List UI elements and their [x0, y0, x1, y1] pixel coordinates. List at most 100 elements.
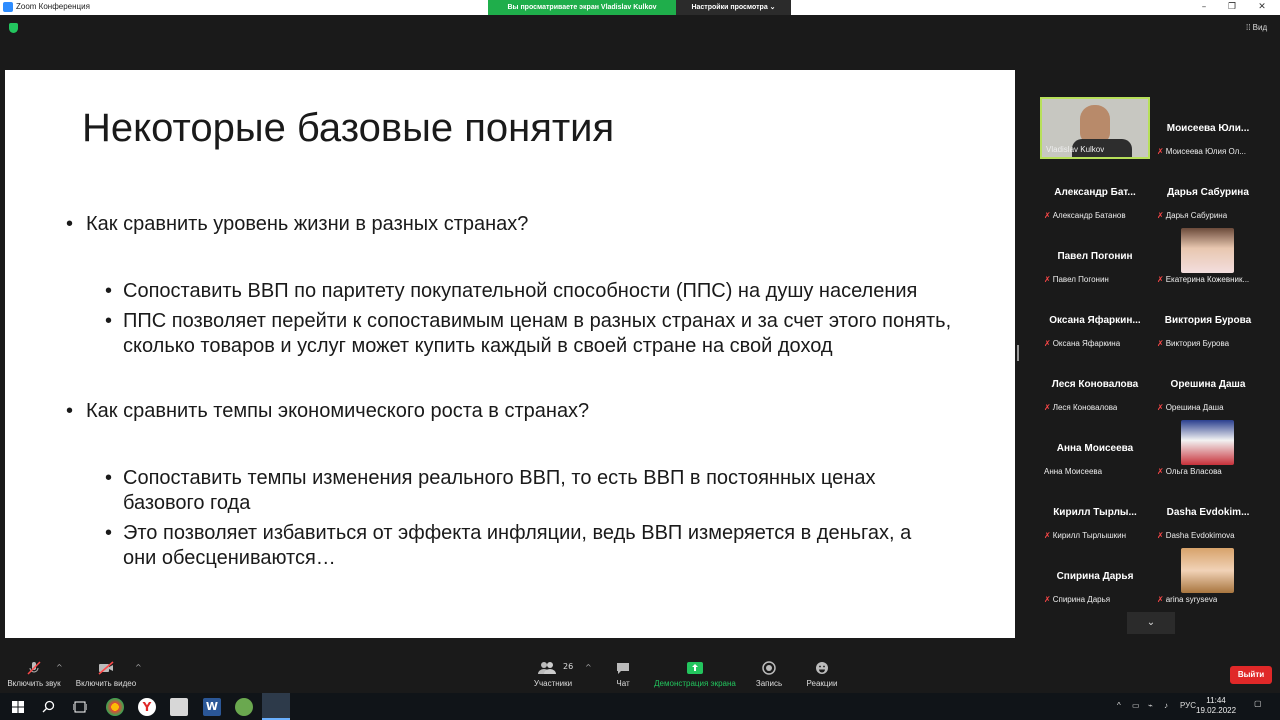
taskbar-clock[interactable]: 11:44 19.02.2022 [1196, 696, 1236, 716]
participant-display-name: Оксана Яфаркин... [1049, 315, 1141, 326]
participant-tile[interactable]: Кирилл Тырлы... ✗ Кирилл Тырлышкин [1040, 481, 1150, 543]
participant-name-text: Кирилл Тырлышкин [1052, 531, 1126, 540]
view-settings-button[interactable]: Настройки просмотра ⌄ [676, 0, 791, 15]
reactions-label: Реакции [806, 679, 838, 688]
volume-icon[interactable]: ♪ [1164, 701, 1168, 710]
zoom-app-icon [3, 2, 13, 12]
answer-1-2-text: ППС позволяет перейти к сопоставимым цен… [123, 310, 952, 357]
record-label: Запись [755, 679, 783, 688]
start-video-button[interactable]: Включить видео [75, 655, 137, 688]
participants-count: 26 [563, 662, 574, 671]
yandex-browser-icon[interactable]: Y [138, 698, 156, 716]
view-button[interactable]: ⁞⁞ Вид [1246, 23, 1267, 32]
slide-answer-2-1: Сопоставить темпы изменения реального ВВ… [105, 466, 925, 516]
leave-meeting-button[interactable]: Выйти [1230, 666, 1272, 684]
network-icon[interactable]: ▭ [1132, 701, 1140, 710]
task-view-icon[interactable] [73, 701, 87, 713]
notepad-icon[interactable] [170, 698, 188, 716]
answer-2-1-text: Сопоставить темпы изменения реального ВВ… [123, 467, 876, 514]
slide-answer-1-1: Сопоставить ВВП по паритету покупательно… [105, 279, 985, 304]
participant-name-label: ✗ Екатерина Кожевник... [1157, 275, 1249, 284]
participant-avatar [1181, 548, 1234, 593]
participant-tile[interactable]: ✗ Ольга Власова [1153, 417, 1263, 479]
muted-mic-icon: ✗ [1157, 275, 1164, 284]
participant-name-text: Анна Моисеева [1044, 467, 1103, 476]
participant-tile[interactable]: Vladislav Kulkov [1040, 97, 1150, 159]
language-indicator[interactable]: РУС [1180, 701, 1196, 710]
participant-display-name: Dasha Evdokim... [1166, 507, 1250, 518]
chat-label: Чат [616, 679, 630, 688]
participant-name-text: Александр Батанов [1052, 211, 1126, 220]
participant-tile[interactable]: Моисеева Юли... ✗ Моисеева Юлия Ол... [1153, 97, 1263, 159]
word-icon[interactable]: W [203, 698, 221, 716]
slide-answer-2-2: Это позволяет избавиться от эффекта инфл… [105, 521, 945, 571]
muted-mic-icon: ✗ [1157, 531, 1164, 540]
notifications-icon[interactable]: ▢ [1254, 699, 1262, 708]
muted-mic-icon: ✗ [1157, 211, 1164, 220]
chat-button[interactable]: Чат [608, 655, 638, 688]
participant-name-text: arina syryseva [1165, 595, 1218, 604]
security-shield-icon[interactable] [9, 23, 18, 33]
muted-mic-icon: ✗ [1157, 339, 1164, 348]
meeting-toolbar: Включить звук ^ Включить видео ^ Участни… [0, 655, 1280, 693]
participant-tile[interactable]: Орешина Даша ✗ Орешина Даша [1153, 353, 1263, 415]
participant-name-label: ✗ Кирилл Тырлышкин [1044, 531, 1126, 540]
gallery-scroll-down-button[interactable]: ⌄ [1127, 612, 1175, 634]
participant-tile[interactable]: Оксана Яфаркин... ✗ Оксана Яфаркина [1040, 289, 1150, 351]
unmute-label: Включить звук [7, 679, 61, 688]
muted-mic-icon: ✗ [1044, 403, 1051, 412]
participant-tile[interactable]: ✗ Екатерина Кожевник... [1153, 225, 1263, 287]
participant-tile[interactable]: Павел Погонин ✗ Павел Погонин [1040, 225, 1150, 287]
panel-resize-handle[interactable] [1017, 345, 1019, 361]
windows-start-icon[interactable] [12, 701, 24, 713]
participant-avatar [1181, 420, 1234, 465]
unmute-button[interactable]: Включить звук [6, 655, 62, 688]
participants-button[interactable]: Участники [530, 655, 576, 688]
participants-options-caret[interactable]: ^ [585, 663, 592, 672]
zoom-taskbar-button[interactable] [262, 693, 290, 720]
tray-show-hidden[interactable]: ^ [1117, 701, 1121, 710]
close-button[interactable]: ✕ [1248, 0, 1276, 15]
paint-icon[interactable] [235, 698, 253, 716]
audio-options-caret[interactable]: ^ [56, 663, 63, 672]
clock-time: 11:44 [1206, 696, 1226, 705]
window-title: Zoom Конференция [16, 2, 90, 11]
record-button[interactable]: Запись [752, 655, 786, 688]
participant-tile[interactable]: Дарья Сабурина ✗ Дарья Сабурина [1153, 161, 1263, 223]
chrome-icon[interactable] [106, 698, 124, 716]
participant-tile[interactable]: Dasha Evdokim... ✗ Dasha Evdokimova [1153, 481, 1263, 543]
video-options-caret[interactable]: ^ [135, 663, 142, 672]
restore-button[interactable]: ❐ [1218, 0, 1246, 15]
share-screen-button[interactable]: Демонстрация экрана [652, 655, 738, 688]
battery-icon[interactable]: ⌁ [1148, 701, 1153, 710]
participant-display-name: Виктория Бурова [1164, 315, 1252, 326]
search-icon[interactable] [42, 700, 55, 713]
answer-1-1-text: Сопоставить ВВП по паритету покупательно… [123, 280, 918, 302]
shared-screen-slide: Некоторые базовые понятия Как сравнить у… [5, 70, 1015, 638]
reactions-button[interactable]: Реакции [803, 655, 841, 688]
participant-tile[interactable]: ✗ arina syryseva [1153, 545, 1263, 607]
question-1-text: Как сравнить уровень жизни в разных стра… [86, 213, 529, 235]
participant-display-name: Моисеева Юли... [1166, 123, 1250, 134]
participant-video [1080, 105, 1110, 143]
participant-tile[interactable]: Александр Бат... ✗ Александр Батанов [1040, 161, 1150, 223]
participant-name-text: Ольга Власова [1165, 467, 1222, 476]
participant-display-name: Дарья Сабурина [1167, 187, 1249, 198]
participant-tile[interactable]: Виктория Бурова ✗ Виктория Бурова [1153, 289, 1263, 351]
participant-tile[interactable]: Анна Моисеева Анна Моисеева [1040, 417, 1150, 479]
muted-mic-icon [27, 661, 41, 675]
windows-taskbar: Y W ^ ▭ ⌁ ♪ РУС 11:44 19.02.2022 ▢ [0, 693, 1280, 720]
start-video-label: Включить видео [75, 679, 137, 688]
share-screen-label: Демонстрация экрана [654, 679, 736, 688]
participant-display-name: Спирина Дарья [1056, 571, 1134, 582]
record-icon [762, 661, 776, 675]
participant-tile[interactable]: Спирина Дарья ✗ Спирина Дарья [1040, 545, 1150, 607]
minimize-button[interactable]: – [1190, 0, 1218, 15]
participant-name-text: Павел Погонин [1052, 275, 1109, 284]
muted-mic-icon: ✗ [1044, 531, 1051, 540]
participant-tile[interactable]: Леся Коновалова ✗ Леся Коновалова [1040, 353, 1150, 415]
participant-name-label: Vladislav Kulkov [1046, 145, 1104, 154]
participant-display-name: Леся Коновалова [1051, 379, 1139, 390]
participant-name-text: Спирина Дарья [1052, 595, 1111, 604]
slide-answer-1-2: ППС позволяет перейти к сопоставимым цен… [105, 309, 985, 359]
